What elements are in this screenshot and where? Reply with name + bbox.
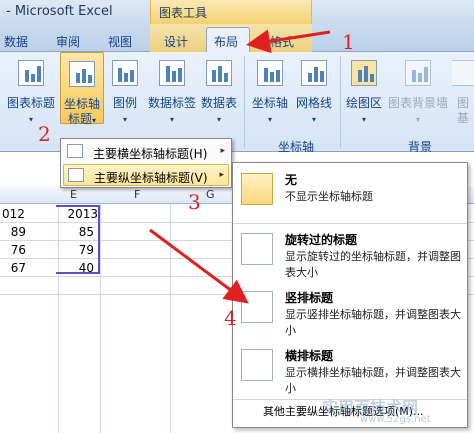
annotation-number: 1 (342, 30, 355, 54)
annotation-number: 2 (38, 122, 51, 146)
annotation-arrows (149, 29, 331, 304)
arrow-to-vertical-title (149, 228, 249, 304)
annotation-number: 4 (224, 306, 237, 330)
watermark-url: www.52gs.net (360, 414, 431, 425)
annotation-number: 3 (188, 190, 201, 214)
arrow-to-layout-tab (246, 29, 331, 54)
